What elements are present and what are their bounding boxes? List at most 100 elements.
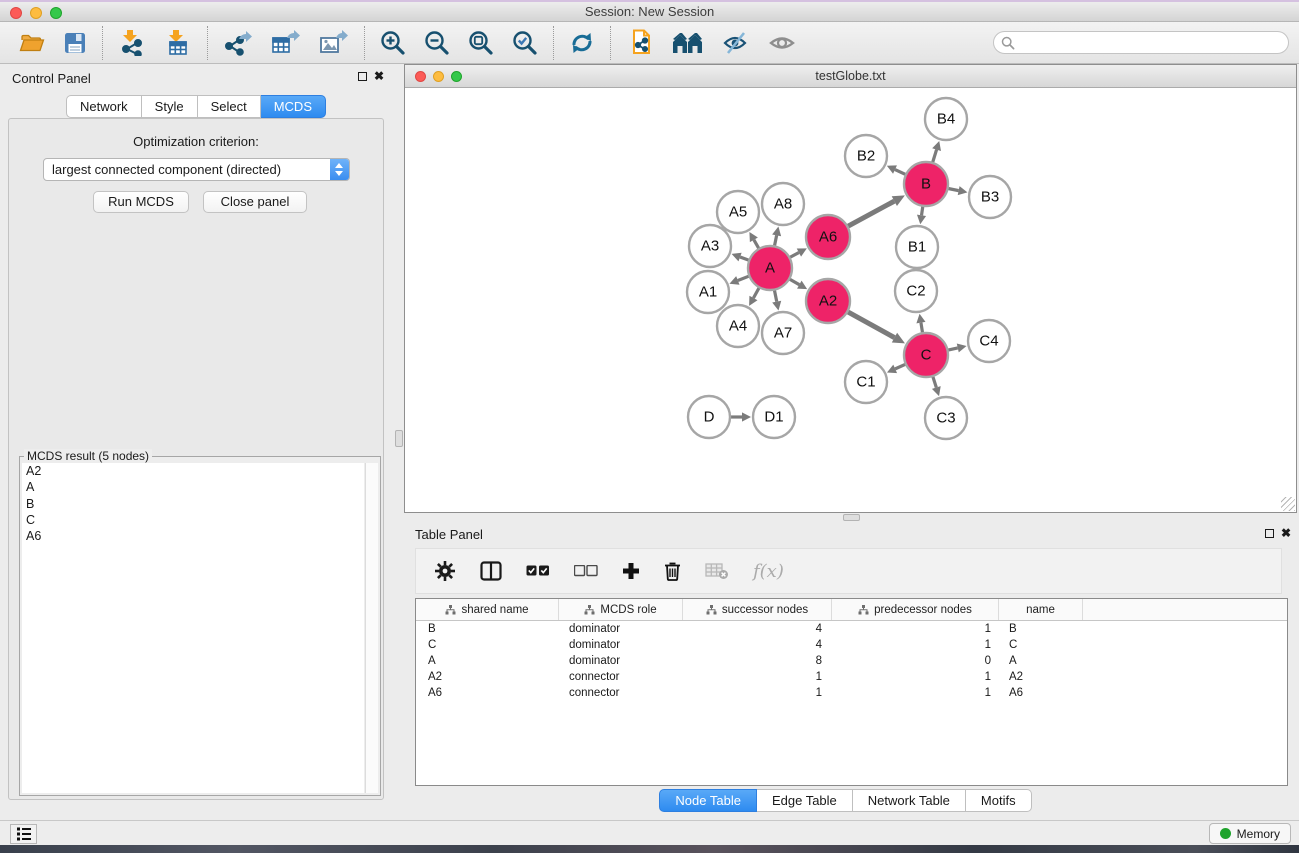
graph-node-A2[interactable]: A2 [806,279,850,323]
tab-network-table[interactable]: Network Table [853,789,966,812]
graph-edge-C-C3[interactable] [932,376,941,396]
zoom-in-button[interactable] [371,25,415,61]
mcds-result-item[interactable]: A [22,479,364,495]
graph-node-B4[interactable]: B4 [925,98,967,140]
graph-node-C1[interactable]: C1 [845,361,887,403]
delete-table-button[interactable] [703,553,731,589]
graph-node-A8[interactable]: A8 [762,183,804,225]
deselect-all-rows-button[interactable] [572,553,600,589]
run-mcds-button[interactable]: Run MCDS [93,191,189,213]
tab-motifs[interactable]: Motifs [966,789,1032,812]
tab-network[interactable]: Network [66,95,142,118]
create-column-button[interactable] [620,553,642,589]
float-table-panel-icon[interactable] [1265,529,1274,538]
export-image-button[interactable] [310,25,358,61]
table-settings-button[interactable] [432,553,458,589]
graph-node-C4[interactable]: C4 [968,320,1010,362]
zoom-selected-button[interactable] [503,25,547,61]
search-field[interactable] [993,31,1289,54]
open-session-button[interactable] [10,25,54,61]
graph-node-B[interactable]: B [904,162,948,206]
graph-node-A7[interactable]: A7 [762,312,804,354]
graph-node-C[interactable]: C [904,333,948,377]
vertical-splitter-handle[interactable] [395,430,403,447]
graph-edge-A-A4[interactable] [749,287,759,306]
close-panel-icon[interactable]: ✖ [374,71,384,82]
graph-node-B1[interactable]: B1 [896,226,938,268]
table-row[interactable]: Bdominator41B [416,621,1287,637]
window-resize-grip[interactable] [1281,497,1295,511]
graph-edge-C-C1[interactable] [887,364,906,373]
mcds-result-item[interactable]: A2 [22,463,364,479]
export-network-button[interactable] [214,25,262,61]
graph-node-A3[interactable]: A3 [689,225,731,267]
mcds-list-scrollbar[interactable] [365,463,378,793]
column-header-successor-nodes[interactable]: successor nodes [683,599,832,620]
tab-node-table[interactable]: Node Table [659,789,757,812]
close-panel-button[interactable]: Close panel [203,191,307,213]
graph-edge-A-A6[interactable] [789,248,806,257]
graph-edge-B-B4[interactable] [932,141,941,163]
show-graphics-details-button[interactable] [759,25,805,61]
function-builder-button[interactable]: f(x) [751,553,786,589]
table-row[interactable]: A2connector11A2 [416,669,1287,685]
refresh-button[interactable] [560,25,604,61]
mcds-result-item[interactable]: B [22,496,364,512]
column-header-MCDS-role[interactable]: MCDS role [559,599,683,620]
graph-edge-A-A8[interactable] [772,227,781,247]
tab-edge-table[interactable]: Edge Table [757,789,853,812]
tab-style[interactable]: Style [142,95,198,118]
graph-edge-A-A7[interactable] [772,290,781,311]
graph-node-A5[interactable]: A5 [717,191,759,233]
network-canvas[interactable]: B4 B2 B B3 B1 A5A8A6 A3 A A1 C2 A2 A4A7 C4 C C1 C3 D D1 [405,88,1296,512]
graph-node-D[interactable]: D [688,396,730,438]
graph-node-B2[interactable]: B2 [845,135,887,177]
criterion-select[interactable]: largest connected component (directed) [43,158,350,181]
graph-node-A4[interactable]: A4 [717,305,759,347]
graph-node-A6[interactable]: A6 [806,215,850,259]
close-table-panel-icon[interactable]: ✖ [1281,528,1291,539]
hide-selected-button[interactable] [713,25,759,61]
export-table-button[interactable] [262,25,310,61]
task-history-button[interactable] [10,824,37,844]
table-row[interactable]: Adominator80A [416,653,1287,669]
table-row[interactable]: Cdominator41C [416,637,1287,653]
delete-column-button[interactable] [662,553,683,589]
graph-edge-B-B2[interactable] [887,165,906,174]
graph-edge-A-A2[interactable] [789,279,807,289]
zoom-fit-button[interactable] [459,25,503,61]
graph-edge-B-B3[interactable] [948,186,968,195]
graph-edge-A-A5[interactable] [749,232,759,249]
graph-edge-C-C2[interactable] [916,314,925,334]
select-all-rows-button[interactable] [524,553,552,589]
column-header-name[interactable]: name [999,599,1083,620]
import-table-button[interactable] [155,25,201,61]
tab-select[interactable]: Select [198,95,261,118]
graph-node-C3[interactable]: C3 [925,397,967,439]
horizontal-splitter-handle[interactable] [843,514,860,521]
tab-mcds[interactable]: MCDS [261,95,326,118]
zoom-out-button[interactable] [415,25,459,61]
graph-edge-A2-C[interactable] [847,312,905,344]
column-header-shared-name[interactable]: shared name [416,599,559,620]
table-row[interactable]: A6connector11A6 [416,685,1287,701]
graph-edge-A-A1[interactable] [729,276,749,285]
graph-node-A[interactable]: A [748,246,792,290]
float-panel-icon[interactable] [358,72,367,81]
import-network-button[interactable] [109,25,155,61]
graph-edge-A6-B[interactable] [847,195,905,226]
search-input[interactable] [1015,33,1288,52]
graph-edge-D-D1[interactable] [730,412,751,421]
graph-node-C2[interactable]: C2 [895,270,937,312]
graph-edge-A-A3[interactable] [732,253,750,262]
first-neighbors-button[interactable] [663,25,713,61]
new-network-from-selection-button[interactable] [617,25,663,61]
graph-node-A1[interactable]: A1 [687,271,729,313]
memory-button[interactable]: Memory [1209,823,1291,844]
mcds-result-item[interactable]: C [22,512,364,528]
graph-node-B3[interactable]: B3 [969,176,1011,218]
mcds-result-item[interactable]: A6 [22,528,364,544]
graph-edge-C-C4[interactable] [947,343,966,352]
graph-node-D1[interactable]: D1 [753,396,795,438]
show-column-button[interactable] [478,553,504,589]
